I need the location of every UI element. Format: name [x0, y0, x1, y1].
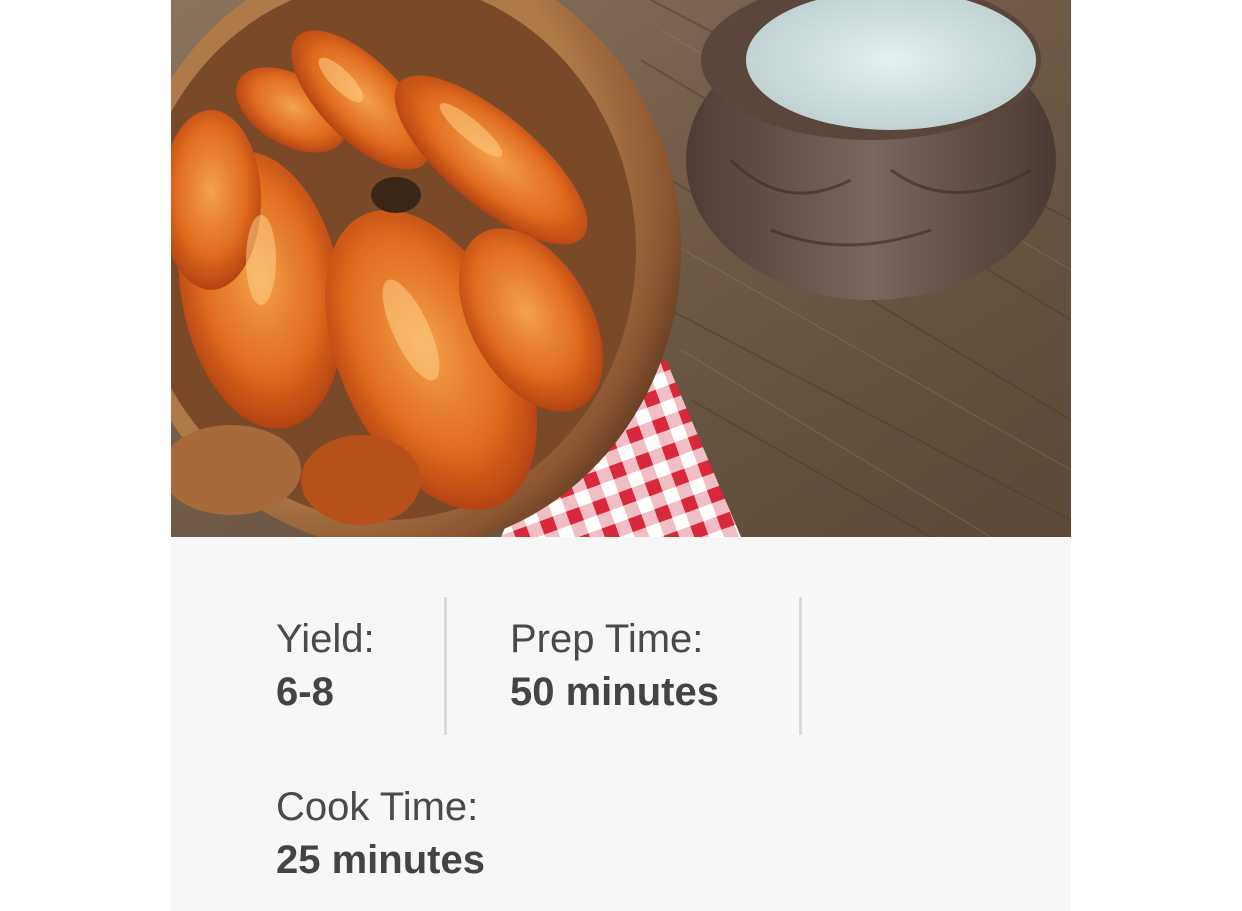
stat-divider: [799, 597, 802, 735]
recipe-meta-panel: Yield: 6-8 Prep Time: 50 minutes Cook Ti…: [171, 537, 1071, 911]
buffalo-wings-photo-icon: [171, 0, 1071, 537]
yield-label: Yield:: [276, 617, 375, 661]
prep-time-label: Prep Time:: [510, 617, 704, 661]
cook-time-stat: Cook Time: 25 minutes: [276, 781, 485, 887]
cook-time-value: 25 minutes: [276, 838, 485, 882]
stat-divider: [444, 597, 447, 735]
prep-time-value: 50 minutes: [510, 670, 719, 714]
yield-value: 6-8: [276, 670, 334, 714]
cook-time-label: Cook Time:: [276, 785, 479, 829]
recipe-hero-image: [171, 0, 1071, 537]
recipe-card: Yield: 6-8 Prep Time: 50 minutes Cook Ti…: [171, 0, 1071, 911]
prep-time-stat: Prep Time: 50 minutes: [510, 613, 719, 719]
yield-stat: Yield: 6-8: [276, 613, 375, 719]
